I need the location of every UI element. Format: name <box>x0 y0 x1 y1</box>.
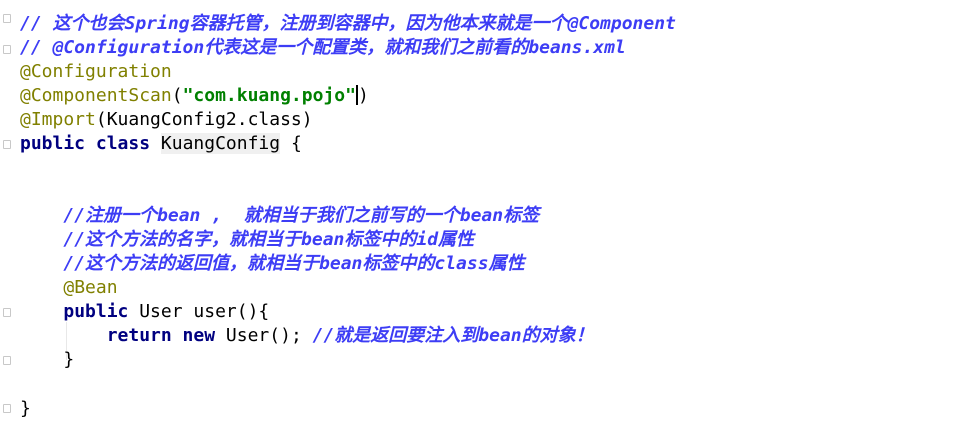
code-token-ann: @Bean <box>63 277 118 298</box>
code-token-plain: User(); <box>225 325 313 346</box>
code-token-comment: //这个方法的名字，就相当于bean标签中的id属性 <box>63 229 475 250</box>
code-token-ann: @ComponentScan <box>20 85 172 106</box>
code-token-kw: public <box>63 301 140 322</box>
fold-marker-icon[interactable] <box>3 356 11 365</box>
code-token-plain: User user(){ <box>139 301 270 322</box>
editor-gutter[interactable] <box>0 0 14 435</box>
code-token-plain: } <box>20 349 75 370</box>
code-token-comment: // @Configuration代表这是一个配置类，就和我们之前看的beans… <box>20 37 626 58</box>
fold-marker-icon[interactable] <box>3 404 11 413</box>
code-token-comment: //注册一个bean , 就相当于我们之前写的一个bean标签 <box>63 205 540 226</box>
code-line[interactable]: // 这个也会Spring容器托管，注册到容器中，因为他本来就是一个@Compo… <box>20 12 676 36</box>
code-line[interactable]: public class KuangConfig { <box>20 132 302 156</box>
code-token-kw: public class <box>20 133 161 154</box>
code-line[interactable]: public User user(){ <box>20 300 269 324</box>
code-token-ann: @Configuration <box>20 61 172 82</box>
code-token-comment: //就是返回要注入到bean的对象！ <box>312 325 594 346</box>
code-token-str: "com.kuang.pojo" <box>182 85 356 106</box>
code-token-plain: } <box>20 398 31 419</box>
code-line[interactable]: @Import(KuangConfig2.class) <box>20 108 313 132</box>
fold-marker-icon[interactable] <box>3 14 11 23</box>
fold-marker-icon[interactable] <box>3 308 11 317</box>
code-token-ann: @Import <box>20 109 96 130</box>
code-token-plain: ( <box>171 85 183 106</box>
code-line[interactable]: @Bean <box>20 276 118 300</box>
code-line[interactable]: //这个方法的名字，就相当于bean标签中的id属性 <box>20 228 474 252</box>
code-editor[interactable]: // 这个也会Spring容器托管，注册到容器中，因为他本来就是一个@Compo… <box>0 0 961 435</box>
fold-marker-icon[interactable] <box>3 140 11 149</box>
code-line[interactable]: // @Configuration代表这是一个配置类，就和我们之前看的beans… <box>20 36 626 60</box>
code-line[interactable]: //这个方法的返回值，就相当于bean标签中的class属性 <box>20 252 525 276</box>
fold-marker-icon[interactable] <box>3 45 11 54</box>
code-token-plain: ) <box>357 85 369 106</box>
code-token-plain: (KuangConfig2.class) <box>95 109 313 130</box>
code-line[interactable]: return new User(); //就是返回要注入到bean的对象！ <box>20 324 594 348</box>
code-line[interactable]: @ComponentScan("com.kuang.pojo") <box>20 84 369 108</box>
code-token-comment: //这个方法的返回值，就相当于bean标签中的class属性 <box>63 253 525 274</box>
code-token-kw: return new <box>106 325 226 346</box>
code-line[interactable]: @Configuration <box>20 60 172 84</box>
code-token-comment: // 这个也会Spring容器托管，注册到容器中，因为他本来就是一个@Compo… <box>20 13 676 34</box>
code-line[interactable]: //注册一个bean , 就相当于我们之前写的一个bean标签 <box>20 204 539 228</box>
code-line[interactable]: } <box>20 348 74 372</box>
code-line[interactable]: } <box>20 397 31 421</box>
code-token-cls-hl: KuangConfig <box>160 133 281 154</box>
code-token-plain: { <box>280 133 302 154</box>
